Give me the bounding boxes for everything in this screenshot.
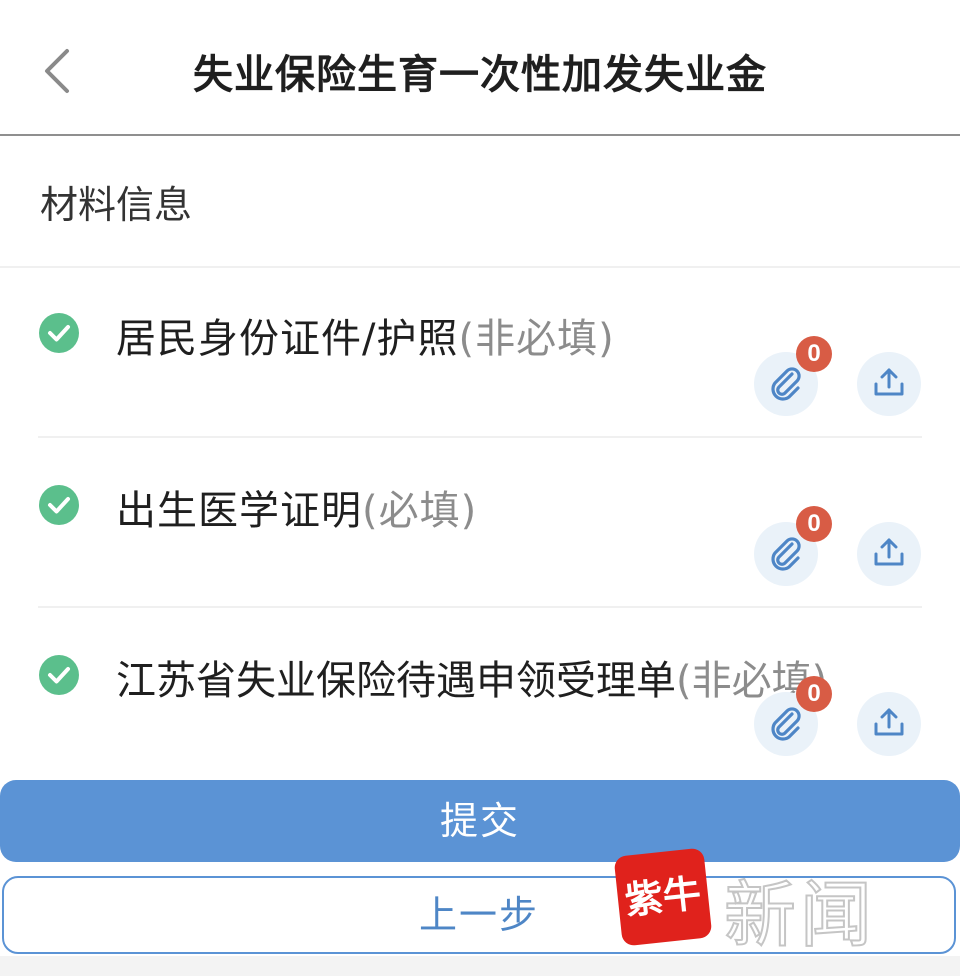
watermark-logo: 紫牛 xyxy=(613,847,713,947)
paperclip-icon xyxy=(766,702,806,746)
check-circle-icon xyxy=(38,484,80,526)
page-title: 失业保险生育一次性加发失业金 xyxy=(193,52,767,98)
check-circle-icon xyxy=(38,312,80,354)
upload-button[interactable] xyxy=(857,522,921,586)
news-watermark: 紫牛 新闻 xyxy=(613,847,908,958)
upload-icon xyxy=(871,364,907,404)
attachment-count-badge: 0 xyxy=(796,506,832,542)
upload-icon xyxy=(871,534,907,574)
material-item: 出生医学证明(必填) 0 xyxy=(0,438,960,608)
material-name: 居民身份证件/护照 xyxy=(116,316,459,362)
material-requirement: (必填) xyxy=(362,488,478,534)
material-label: 江苏省失业保险待遇申领受理单(非必填) xyxy=(116,648,827,706)
material-label: 出生医学证明(必填) xyxy=(116,478,477,536)
section-header: 材料信息 xyxy=(0,136,960,268)
attachment-count-badge: 0 xyxy=(796,676,832,712)
submit-button[interactable]: 提交 xyxy=(0,780,960,862)
paperclip-icon xyxy=(766,362,806,406)
material-name: 出生医学证明 xyxy=(116,488,362,534)
upload-button[interactable] xyxy=(857,352,921,416)
nav-header: 失业保险生育一次性加发失业金 xyxy=(0,0,960,136)
material-requirement: (非必填) xyxy=(458,316,615,362)
attachment-count-badge: 0 xyxy=(796,336,832,372)
paperclip-icon xyxy=(766,532,806,576)
upload-icon xyxy=(871,704,907,744)
check-circle-icon xyxy=(38,654,80,696)
material-item: 居民身份证件/护照(非必填) 0 xyxy=(0,268,960,438)
watermark-text: 新闻 xyxy=(723,872,877,958)
material-label: 居民身份证件/护照(非必填) xyxy=(116,306,615,364)
material-name: 江苏省失业保险待遇申领受理单 xyxy=(116,658,676,704)
upload-button[interactable] xyxy=(857,692,921,756)
section-title: 材料信息 xyxy=(40,183,193,227)
material-item: 江苏省失业保险待遇申领受理单(非必填) 0 xyxy=(0,608,960,780)
